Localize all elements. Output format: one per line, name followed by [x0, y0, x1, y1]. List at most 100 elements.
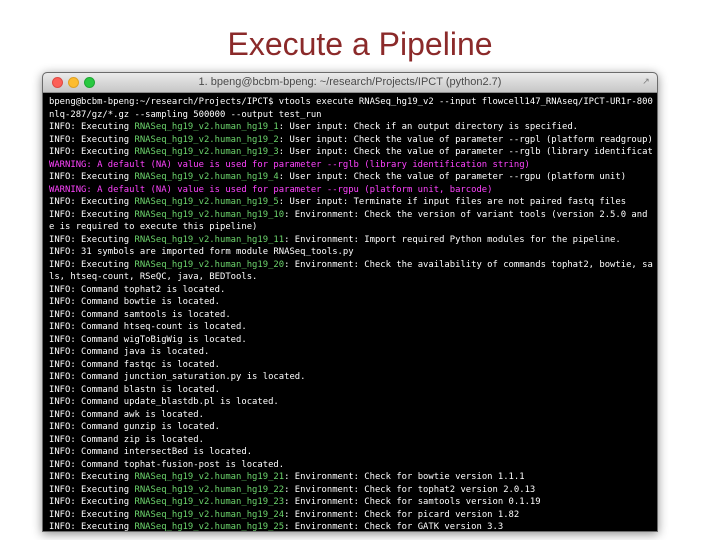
terminal-line: nlq-287/gz/*.gz --sampling 500000 --outp… — [49, 109, 653, 122]
pipeline-step-name: RNASeq_hg19_v2.human_hg19_1 — [134, 122, 279, 132]
terminal-text: : Environment: Check for bowtie version … — [284, 472, 525, 482]
terminal-line: INFO: Executing RNASeq_hg19_v2.human_hg1… — [49, 146, 653, 159]
terminal-line: INFO: Executing RNASeq_hg19_v2.human_hg1… — [49, 521, 653, 532]
terminal-text: INFO: Command java is located. — [49, 347, 210, 357]
terminal-line: INFO: Command tophat-fusion-post is loca… — [49, 459, 653, 472]
terminal-line: INFO: Executing RNASeq_hg19_v2.human_hg1… — [49, 234, 653, 247]
terminal-text: INFO: Command samtools is located. — [49, 309, 231, 320]
terminal-text: INFO: Executing — [49, 472, 135, 482]
terminal-line: INFO: Command intersectBed is located. — [49, 446, 653, 459]
terminal-text: INFO: Executing — [49, 209, 135, 220]
pipeline-step-name: RNASeq_hg19_v2.human_hg19_23 — [134, 497, 285, 507]
terminal-line: INFO: Command awk is located. — [49, 409, 653, 422]
terminal-line: INFO: Command samtools is located. — [49, 309, 653, 322]
fullscreen-icon[interactable]: ↗ — [641, 77, 651, 87]
pipeline-step-name: RNASeq_hg19_v2.human_hg19_4 — [134, 172, 279, 182]
window-title: 1. bpeng@bcbm-bpeng: ~/research/Projects… — [198, 76, 502, 88]
pipeline-step-name: RNASeq_hg19_v2.human_hg19_11 — [134, 234, 285, 245]
terminal-line: INFO: Executing RNASeq_hg19_v2.human_hg1… — [49, 209, 653, 222]
terminal-window[interactable]: 1. bpeng@bcbm-bpeng: ~/research/Projects… — [42, 72, 658, 532]
terminal-line: INFO: Executing RNASeq_hg19_v2.human_hg1… — [49, 496, 653, 509]
terminal-text: : Environment: Import required Python mo… — [284, 234, 621, 245]
terminal-line: INFO: Command wigToBigWig is located. — [49, 334, 653, 347]
terminal-text: nlq-287/gz/*.gz --sampling 500000 --outp… — [49, 109, 322, 120]
terminal-text: INFO: Executing — [49, 259, 135, 270]
terminal-text: INFO: 31 symbols are imported form modul… — [49, 247, 354, 257]
terminal-line: e is required to execute this pipeline) — [49, 221, 653, 234]
terminal-line: INFO: Command java is located. — [49, 346, 653, 359]
pipeline-step-name: RNASeq_hg19_v2.human_hg19_3 — [134, 147, 279, 157]
terminal-line: INFO: Executing RNASeq_hg19_v2.human_hg1… — [49, 134, 653, 147]
terminal-text: INFO: Executing — [49, 172, 135, 182]
terminal-text: : User input: Check if an output directo… — [278, 122, 579, 132]
pipeline-step-name: RNASeq_hg19_v2.human_hg19_20 — [134, 259, 285, 270]
terminal-text: INFO: Executing — [49, 197, 135, 207]
terminal-text: INFO: Command htseq-count is located. — [49, 322, 247, 332]
pipeline-step-name: RNASeq_hg19_v2.human_hg19_2 — [134, 134, 279, 145]
terminal-text: INFO: Command blastn is located. — [49, 384, 220, 395]
terminal-text: INFO: Executing — [49, 122, 135, 132]
terminal-line: INFO: Command fastqc is located. — [49, 359, 653, 372]
terminal-line: INFO: Command bowtie is located. — [49, 296, 653, 309]
terminal-line: INFO: Command gunzip is located. — [49, 421, 653, 434]
terminal-text: INFO: Command wigToBigWig is located. — [49, 334, 247, 345]
terminal-text: INFO: Executing — [49, 147, 135, 157]
pipeline-step-name: RNASeq_hg19_v2.human_hg19_21 — [134, 472, 285, 482]
terminal-text: INFO: Command junction_saturation.py is … — [49, 372, 306, 382]
terminal-line: INFO: Command zip is located. — [49, 434, 653, 447]
terminal-text: : User input: Check the value of paramet… — [278, 172, 627, 182]
pipeline-step-name: RNASeq_hg19_v2.human_hg19_10 — [134, 209, 285, 220]
terminal-text: INFO: Command bowtie is located. — [49, 297, 220, 307]
terminal-text: INFO: Executing — [49, 134, 135, 145]
terminal-text: : Environment: Check the availability of… — [284, 259, 653, 270]
terminal-text: INFO: Command fastqc is located. — [49, 359, 220, 370]
terminal-text: bpeng@bcbm-bpeng:~/research/Projects/IPC… — [49, 97, 653, 107]
pipeline-step-name: RNASeq_hg19_v2.human_hg19_24 — [134, 509, 285, 520]
warning-text: WARNING: A default (NA) value is used fo… — [49, 184, 493, 195]
terminal-line: INFO: Executing RNASeq_hg19_v2.human_hg1… — [49, 484, 653, 497]
terminal-line: INFO: Executing RNASeq_hg19_v2.human_hg1… — [49, 171, 653, 184]
terminal-text: : User input: Terminate if input files a… — [278, 197, 627, 207]
window-titlebar[interactable]: 1. bpeng@bcbm-bpeng: ~/research/Projects… — [43, 73, 657, 93]
terminal-warning-line: WARNING: A default (NA) value is used fo… — [49, 159, 653, 172]
terminal-text: INFO: Executing — [49, 522, 135, 532]
terminal-line: INFO: Command junction_saturation.py is … — [49, 371, 653, 384]
pipeline-step-name: RNASeq_hg19_v2.human_hg19_5 — [134, 197, 279, 207]
terminal-warning-line: WARNING: A default (NA) value is used fo… — [49, 184, 653, 197]
terminal-line: INFO: Executing RNASeq_hg19_v2.human_hg1… — [49, 471, 653, 484]
terminal-text: INFO: Executing — [49, 234, 135, 245]
terminal-text: INFO: Command tophat-fusion-post is loca… — [49, 459, 285, 470]
terminal-output[interactable]: bpeng@bcbm-bpeng:~/research/Projects/IPC… — [43, 93, 657, 532]
terminal-text: INFO: Command intersectBed is located. — [49, 447, 253, 457]
terminal-line: INFO: Command htseq-count is located. — [49, 321, 653, 334]
terminal-line: INFO: Command update_blastdb.pl is locat… — [49, 396, 653, 409]
terminal-text: : User input: Check the value of paramet… — [278, 147, 653, 157]
terminal-text: INFO: Command zip is located. — [49, 434, 204, 445]
pipeline-step-name: RNASeq_hg19_v2.human_hg19_22 — [134, 484, 285, 495]
terminal-text: e is required to execute this pipeline) — [49, 222, 258, 232]
terminal-text: INFO: Command update_blastdb.pl is locat… — [49, 397, 279, 407]
terminal-text: : User input: Check the value of paramet… — [278, 134, 653, 145]
warning-text: WARNING: A default (NA) value is used fo… — [49, 159, 530, 170]
terminal-line: bpeng@bcbm-bpeng:~/research/Projects/IPC… — [49, 96, 653, 109]
terminal-text: INFO: Command awk is located. — [49, 409, 204, 420]
pipeline-step-name: RNASeq_hg19_v2.human_hg19_25 — [134, 522, 285, 532]
terminal-line: INFO: Command tophat2 is located. — [49, 284, 653, 297]
terminal-line: INFO: Executing RNASeq_hg19_v2.human_hg1… — [49, 259, 653, 272]
terminal-line: INFO: Command blastn is located. — [49, 384, 653, 397]
terminal-text: : Environment: Check for picard version … — [284, 509, 520, 520]
terminal-text: INFO: Command tophat2 is located. — [49, 284, 226, 295]
terminal-text: : Environment: Check for tophat2 version… — [284, 484, 536, 495]
terminal-text: INFO: Executing — [49, 497, 135, 507]
terminal-text: INFO: Executing — [49, 509, 135, 520]
terminal-line: INFO: Executing RNASeq_hg19_v2.human_hg1… — [49, 121, 653, 134]
terminal-text: INFO: Executing — [49, 484, 135, 495]
terminal-text: : Environment: Check the version of vari… — [284, 209, 653, 220]
terminal-text: INFO: Command gunzip is located. — [49, 422, 220, 432]
terminal-line: INFO: Executing RNASeq_hg19_v2.human_hg1… — [49, 196, 653, 209]
terminal-line: INFO: Executing RNASeq_hg19_v2.human_hg1… — [49, 509, 653, 522]
terminal-text: : Environment: Check for GATK version 3.… — [284, 522, 504, 532]
terminal-text: ls, htseq-count, RSeQC, java, BEDTools. — [49, 272, 258, 282]
terminal-line: INFO: 31 symbols are imported form modul… — [49, 246, 653, 259]
terminal-text: : Environment: Check for samtools versio… — [284, 497, 541, 507]
